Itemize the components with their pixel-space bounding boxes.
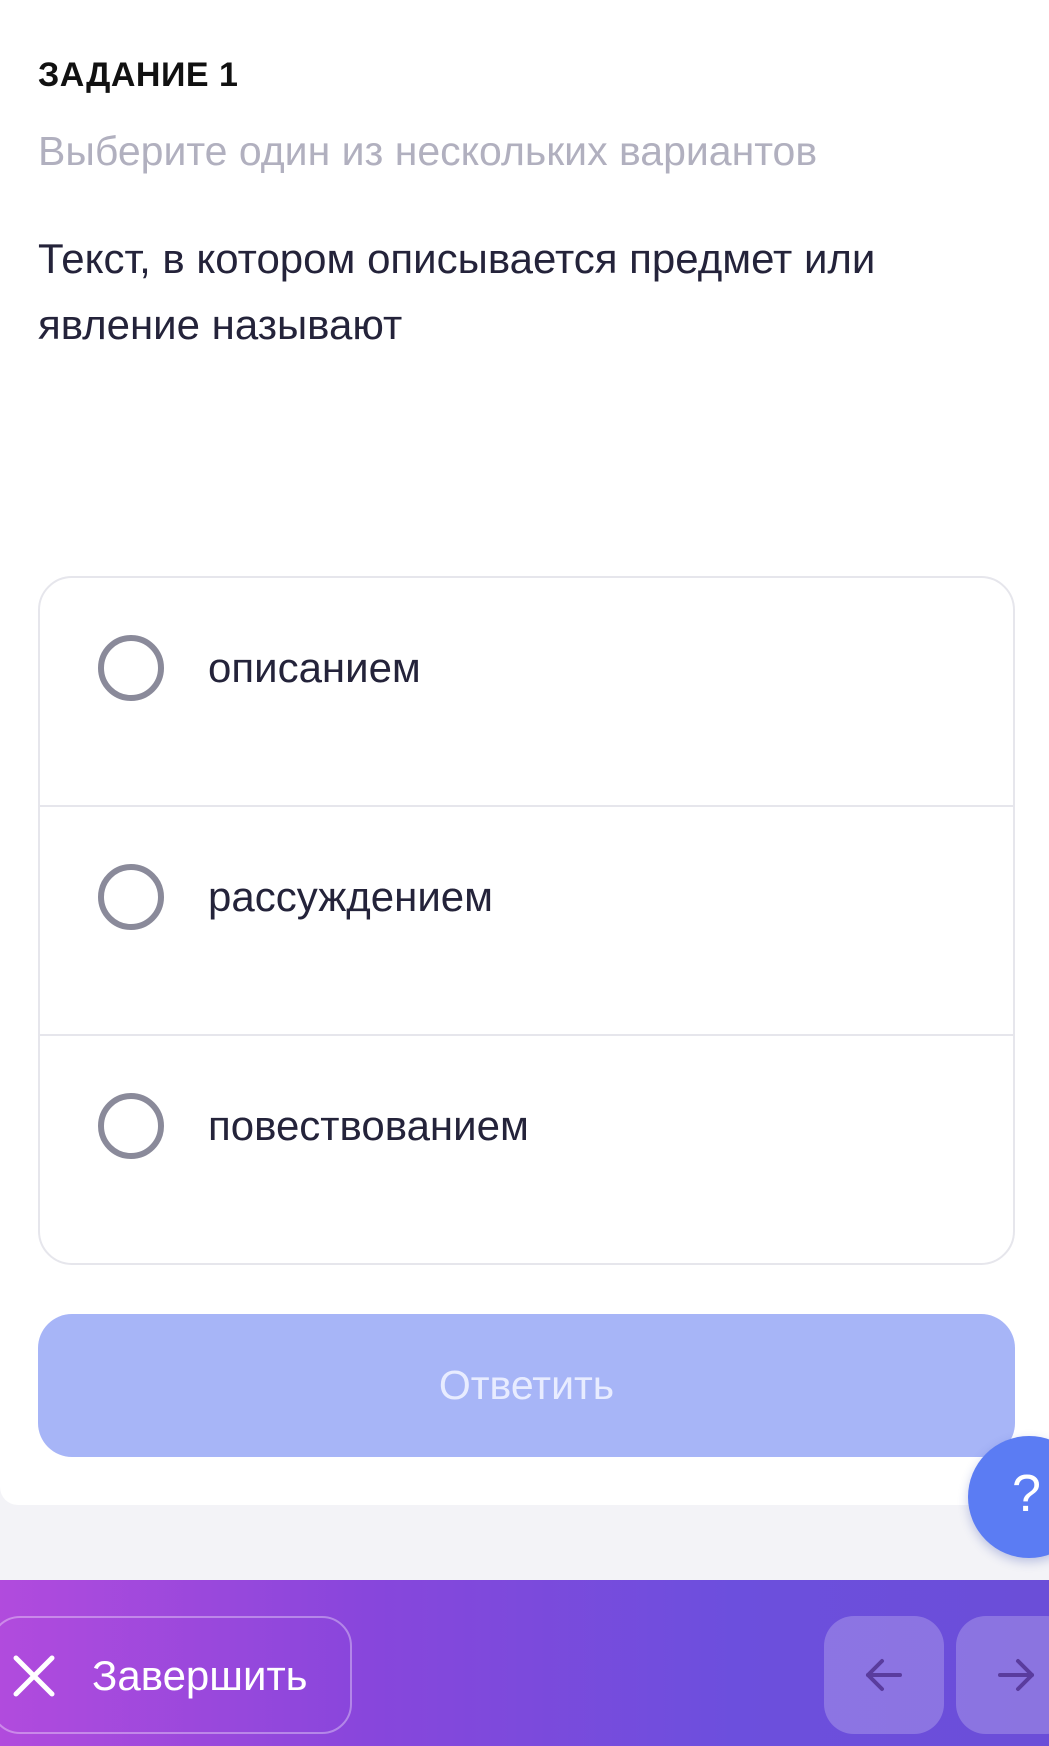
option-label: повествованием bbox=[208, 1102, 529, 1149]
task-title: ЗАДАНИЕ 1 bbox=[38, 56, 239, 94]
close-icon bbox=[13, 1655, 55, 1697]
previous-button[interactable] bbox=[824, 1616, 944, 1734]
finish-label: Завершить bbox=[92, 1652, 308, 1699]
task-card: ЗАДАНИЕ 1 Выберите один из нескольких ва… bbox=[0, 0, 1049, 1505]
finish-button[interactable]: Завершить bbox=[0, 1616, 352, 1734]
option-item[interactable]: повествованием bbox=[40, 1036, 1013, 1263]
question-mark-icon: ? bbox=[1012, 1465, 1041, 1523]
bottom-bar: Завершить bbox=[0, 1580, 1049, 1746]
answer-options: описанием рассуждением повествованием bbox=[38, 576, 1015, 1265]
task-hint: Выберите один из нескольких вариантов bbox=[38, 128, 818, 174]
arrow-left-icon bbox=[866, 1659, 902, 1691]
option-label: описанием bbox=[208, 644, 421, 691]
option-item[interactable]: описанием bbox=[40, 578, 1013, 807]
option-item[interactable]: рассуждением bbox=[40, 807, 1013, 1036]
option-label: рассуждением bbox=[208, 873, 494, 920]
radio-button[interactable] bbox=[98, 1093, 164, 1159]
radio-button[interactable] bbox=[98, 635, 164, 701]
answer-button[interactable]: Ответить bbox=[38, 1314, 1015, 1457]
radio-button[interactable] bbox=[98, 864, 164, 930]
question-text: Текст, в котором описывается предмет или… bbox=[38, 235, 876, 348]
next-button[interactable] bbox=[956, 1616, 1049, 1734]
arrow-right-icon bbox=[998, 1659, 1034, 1691]
